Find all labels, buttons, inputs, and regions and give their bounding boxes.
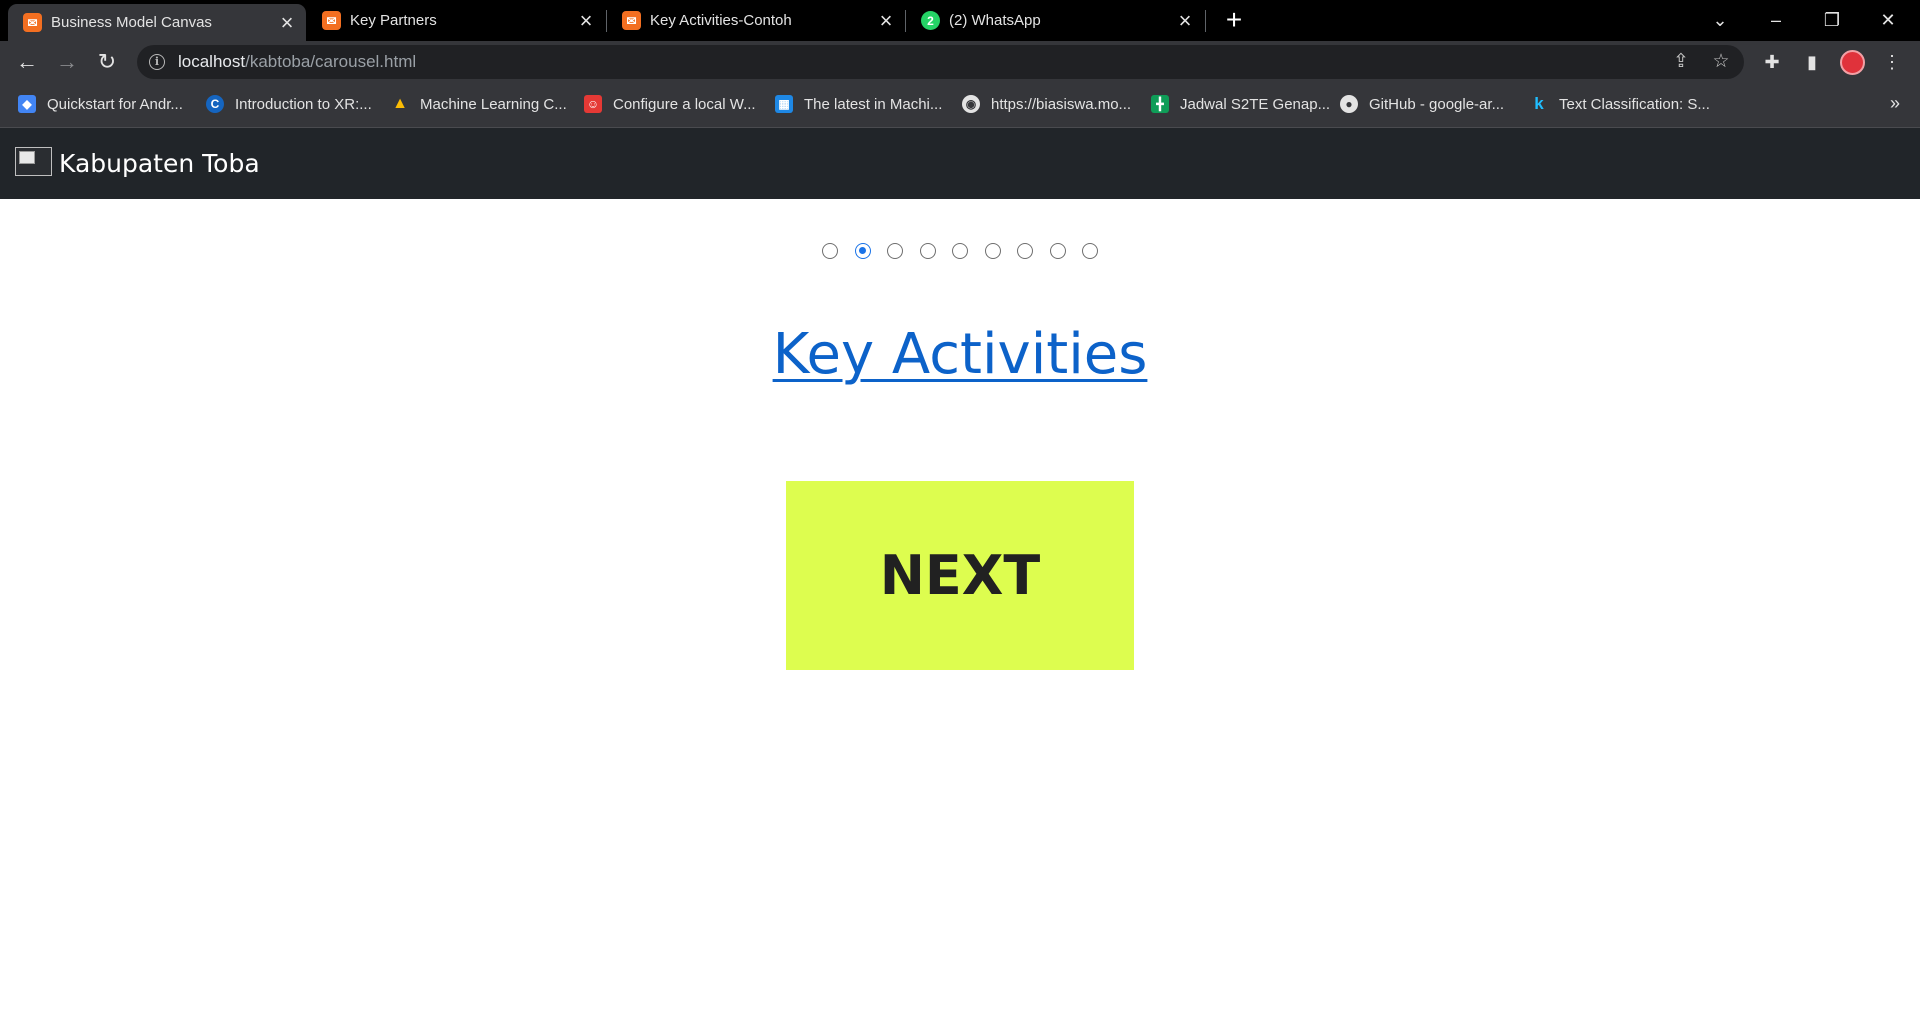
site-navbar: Kabupaten Toba <box>0 128 1920 199</box>
tab-title: Business Model Canvas <box>51 14 212 31</box>
back-icon[interactable]: ← <box>12 47 42 77</box>
bookmark-label: Configure a local W... <box>613 95 756 113</box>
carousel-indicators <box>822 243 1115 259</box>
github-icon: ● <box>1340 95 1358 113</box>
carousel-dot[interactable] <box>822 243 838 259</box>
tab-title: Key Activities-Contoh <box>650 12 792 29</box>
tab-title: Key Partners <box>350 12 437 29</box>
bookmark-item[interactable]: ◉ https://biasiswa.mo... <box>962 93 1131 115</box>
mascot-icon: ☺ <box>584 95 602 113</box>
carousel-dot[interactable] <box>984 243 1001 259</box>
bookmark-item[interactable]: ▲ Machine Learning C... <box>391 93 567 115</box>
tab-separator <box>1205 10 1206 32</box>
broken-image-icon[interactable] <box>15 147 52 176</box>
slide-heading: Key Activities <box>0 322 1920 387</box>
tab-key-partners[interactable]: ✉ Key Partners × <box>307 0 605 41</box>
browser-toolbar: ← → ↻ i localhost/kabtoba/carousel.html … <box>0 41 1920 83</box>
kaggle-icon: k <box>1534 94 1544 113</box>
tab-strip: ✉ Business Model Canvas × ✉ Key Partners… <box>0 0 1920 41</box>
bookmark-label: GitHub - google-ar... <box>1369 95 1505 113</box>
bookmark-label: Quickstart for Andr... <box>47 95 183 113</box>
more-bookmarks-icon[interactable]: » <box>1890 93 1900 114</box>
close-tab-icon[interactable]: × <box>1176 9 1194 31</box>
close-tab-icon[interactable]: × <box>877 9 895 31</box>
close-window-button[interactable]: ✕ <box>1860 0 1916 41</box>
xampp-icon: ✉ <box>322 11 341 30</box>
carousel-dot[interactable] <box>919 243 936 259</box>
carousel-dot[interactable] <box>854 243 871 259</box>
share-icon[interactable]: ⇪ <box>1669 51 1693 75</box>
bookmark-label: Machine Learning C... <box>420 95 567 113</box>
bookmark-item[interactable]: ◆ Quickstart for Andr... <box>18 93 183 115</box>
bookmark-label: https://biasiswa.mo... <box>991 95 1132 113</box>
google-drive-icon: ▲ <box>392 95 408 112</box>
whatsapp-icon: 2 <box>921 11 940 30</box>
tab-business-model-canvas[interactable]: ✉ Business Model Canvas × <box>8 4 306 41</box>
bookmark-label: The latest in Machi... <box>804 95 943 113</box>
carousel-dot[interactable] <box>1082 243 1098 259</box>
bookmark-item[interactable]: k Text Classification: S... <box>1530 93 1710 115</box>
carousel-dot[interactable] <box>1049 243 1066 259</box>
brand-title[interactable]: Kabupaten Toba <box>59 149 260 178</box>
bookmark-item[interactable]: C Introduction to XR:... <box>206 93 372 115</box>
tab-search-icon[interactable]: ⌄ <box>1692 0 1748 41</box>
bookmark-item[interactable]: ╋ Jadwal S2TE Genap... <box>1151 93 1330 115</box>
bookmark-item[interactable]: ☺ Configure a local W... <box>584 93 756 115</box>
xampp-icon: ✉ <box>622 11 641 30</box>
carousel-dot[interactable] <box>952 243 968 259</box>
globe-icon: ◉ <box>962 95 980 113</box>
site-info-icon[interactable]: i <box>149 54 165 70</box>
bookmarks-bar: ◆ Quickstart for Andr... C Introduction … <box>0 83 1920 128</box>
tab-key-activities-contoh[interactable]: ✉ Key Activities-Contoh × <box>607 0 905 41</box>
bookmark-item[interactable]: ▦ The latest in Machi... <box>775 93 942 115</box>
restore-button[interactable]: ❐ <box>1804 0 1860 41</box>
url-host: localhost <box>178 52 246 71</box>
paperswithcode-icon: ▦ <box>775 95 793 113</box>
forward-icon[interactable]: → <box>52 47 82 77</box>
bookmark-label: Introduction to XR:... <box>235 95 372 113</box>
carousel-dot[interactable] <box>887 243 903 259</box>
minimize-button[interactable]: – <box>1748 0 1804 41</box>
xampp-icon: ✉ <box>23 13 42 32</box>
tab-title: (2) WhatsApp <box>949 12 1041 29</box>
profile-avatar[interactable] <box>1840 50 1865 75</box>
close-tab-icon[interactable]: × <box>278 11 296 33</box>
bookmark-star-icon[interactable]: ☆ <box>1709 51 1733 75</box>
new-tab-button[interactable]: + <box>1221 6 1247 34</box>
tab-whatsapp[interactable]: 2 (2) WhatsApp × <box>906 0 1204 41</box>
close-tab-icon[interactable]: × <box>577 9 595 31</box>
coursera-icon: C <box>206 95 224 113</box>
url-text[interactable]: localhost/kabtoba/carousel.html <box>178 52 416 72</box>
google-sheets-icon: ╋ <box>1151 95 1169 113</box>
menu-icon[interactable]: ⋮ <box>1877 47 1907 77</box>
extensions-icon[interactable]: ✚ <box>1757 47 1787 77</box>
flutter-icon: ◆ <box>18 95 36 113</box>
bookmark-label: Text Classification: S... <box>1559 95 1710 113</box>
url-path: /kabtoba/carousel.html <box>245 52 417 71</box>
key-activities-link[interactable]: Key Activities <box>773 322 1148 387</box>
address-bar[interactable]: i localhost/kabtoba/carousel.html ⇪ ☆ <box>137 45 1744 79</box>
reload-icon[interactable]: ↻ <box>92 47 122 77</box>
carousel-dot[interactable] <box>1017 243 1033 259</box>
next-button[interactable]: NEXT <box>786 481 1134 670</box>
bookmark-item[interactable]: ● GitHub - google-ar... <box>1340 93 1504 115</box>
bookmark-label: Jadwal S2TE Genap... <box>1180 95 1331 113</box>
side-panel-icon[interactable]: ▮ <box>1797 47 1827 77</box>
